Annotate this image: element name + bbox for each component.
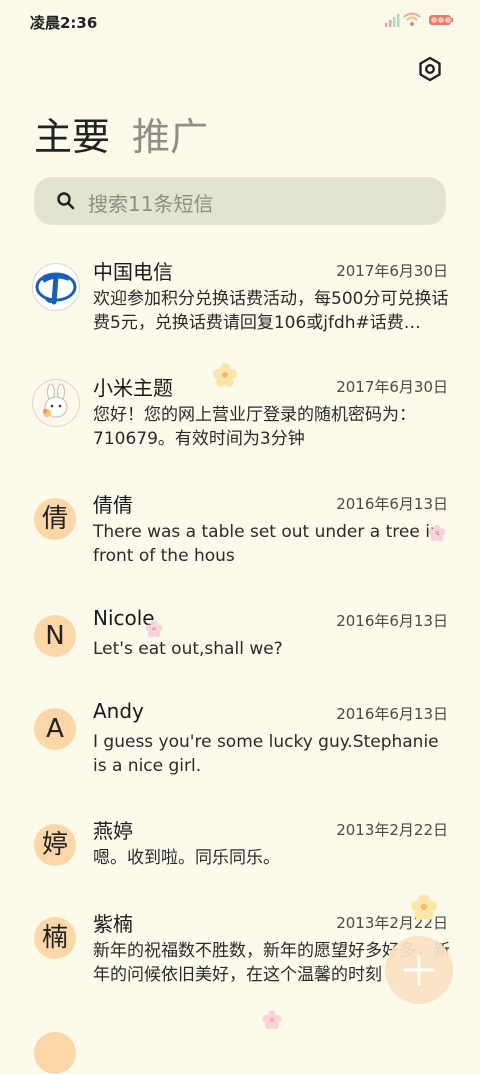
- message-date: 2017年6月30日: [336, 262, 448, 280]
- avatar: N: [34, 615, 76, 657]
- avatar: 婷: [34, 824, 76, 866]
- flower-decoration-icon: [428, 524, 446, 542]
- search-placeholder: 搜索11条短信: [88, 192, 214, 216]
- avatar-partial: [34, 1032, 76, 1074]
- wifi-icon: [403, 12, 421, 26]
- message-preview: Let's eat out,shall we?: [93, 639, 283, 659]
- message-preview: There was a table set out under a tree i…: [93, 522, 441, 566]
- message-date: 2017年6月30日: [336, 378, 448, 396]
- settings-icon[interactable]: [416, 55, 444, 83]
- search-icon: [57, 192, 75, 210]
- avatar: A: [34, 708, 76, 750]
- message-date: 2016年6月13日: [336, 612, 448, 630]
- sender-name: Andy: [93, 699, 144, 723]
- battery-icon: [429, 15, 453, 25]
- message-item-andy[interactable]: A Andy 2016年6月13日 I guess you're some lu…: [0, 699, 480, 818]
- tab-promotions[interactable]: 推广: [132, 106, 208, 161]
- message-preview: I guess you're some lucky guy.Stephanie …: [93, 732, 439, 776]
- flower-decoration-icon: [213, 363, 237, 387]
- message-preview: 嗯。收到啦。同乐同乐。: [93, 848, 280, 868]
- sender-name: 中国电信: [93, 260, 173, 284]
- message-item-qianqian[interactable]: 倩 倩倩 2016年6月13日 There was a table set ou…: [0, 493, 480, 608]
- bunny-avatar-icon: [32, 379, 80, 427]
- message-date: 2016年6月13日: [336, 495, 448, 513]
- sender-name: 倩倩: [93, 493, 133, 517]
- message-item-xiaomi-theme[interactable]: 小米主题 2017年6月30日 您好！您的网上营业厅登录的随机密码为：71067…: [0, 376, 480, 491]
- avatar: 倩: [34, 498, 76, 540]
- search-bar[interactable]: 搜索11条短信: [34, 177, 446, 225]
- sender-name: 小米主题: [93, 376, 173, 400]
- message-date: 2013年2月22日: [336, 821, 448, 839]
- flower-decoration-icon: [145, 620, 163, 638]
- flower-decoration-icon: [411, 894, 437, 920]
- message-preview: 欢迎参加积分兑换话费活动，每500分可兑换话费5元，兑换话费请回复106或jfd…: [93, 289, 449, 333]
- message-date: 2016年6月13日: [336, 705, 448, 723]
- sender-name: 紫楠: [93, 912, 133, 936]
- status-time: 凌晨2:36: [30, 14, 98, 32]
- tab-primary[interactable]: 主要: [34, 106, 110, 161]
- china-telecom-logo: [32, 263, 80, 311]
- signal-icon: [385, 14, 400, 27]
- avatar: 楠: [34, 917, 76, 959]
- flower-decoration-icon: [262, 1010, 282, 1030]
- plus-icon: [403, 954, 435, 986]
- sender-name: 燕婷: [93, 819, 133, 843]
- message-preview: 您好！您的网上营业厅登录的随机密码为：710679。有效时间为3分钟: [93, 405, 416, 449]
- compose-button[interactable]: [385, 936, 453, 1004]
- status-bar: 凌晨2:36: [0, 0, 480, 44]
- message-item-china-telecom[interactable]: 中国电信 2017年6月30日 欢迎参加积分兑换话费活动，每500分可兑换话费5…: [0, 260, 480, 375]
